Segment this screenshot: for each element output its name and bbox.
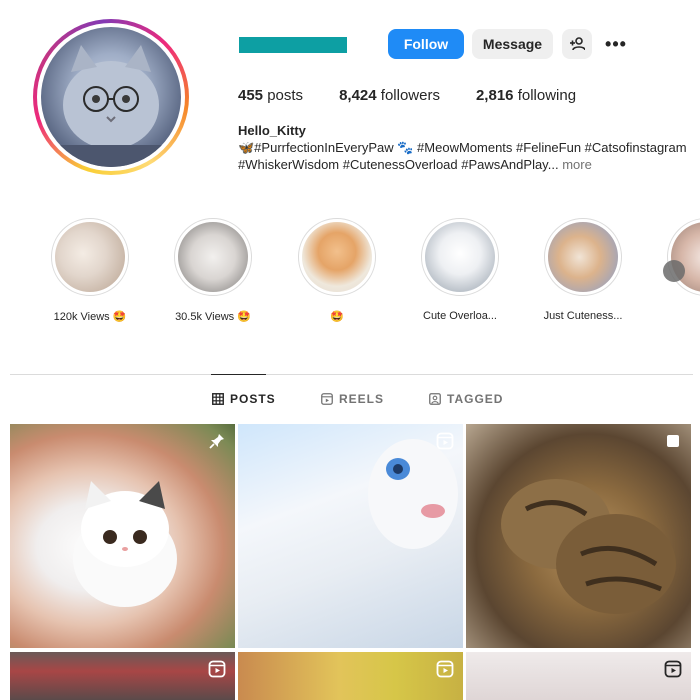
avatar[interactable] xyxy=(41,27,181,167)
post-thumbnail[interactable] xyxy=(10,652,235,700)
highlight-cover xyxy=(178,222,248,292)
message-button[interactable]: Message xyxy=(472,29,553,59)
following-label: following xyxy=(517,87,577,104)
followers-count: 8,424 xyxy=(339,87,377,104)
posts-label: posts xyxy=(267,87,304,104)
post-thumbnail[interactable] xyxy=(238,424,463,648)
post-thumbnail[interactable] xyxy=(466,424,691,648)
username-redacted xyxy=(239,37,347,53)
profile-stats: 455 posts 8,424 followers 2,816 followin… xyxy=(238,87,612,104)
highlights-scroll-right-button[interactable] xyxy=(663,260,685,282)
highlight-cover xyxy=(425,222,495,292)
highlight-ring xyxy=(667,218,700,296)
highlight-cover xyxy=(302,222,372,292)
reel-icon xyxy=(436,432,454,450)
bio-line-2: #WhiskerWisdom #CutenessOverload #PawsAn… xyxy=(238,157,559,172)
following-stat[interactable]: 2,816 following xyxy=(476,87,576,104)
bio-more-link[interactable]: more xyxy=(562,157,592,172)
highlight-cover xyxy=(548,222,618,292)
active-tab-indicator xyxy=(211,374,266,375)
multi-post-icon xyxy=(667,435,679,447)
avatar-frame xyxy=(37,23,185,171)
highlight-item[interactable]: 🤩 xyxy=(282,218,392,323)
highlight-item[interactable]: Cute Overloa... xyxy=(405,218,515,322)
avatar-cat-image xyxy=(41,45,181,167)
more-options-button[interactable]: ••• xyxy=(601,29,631,59)
post-thumbnail[interactable] xyxy=(10,424,235,648)
suggest-accounts-button[interactable] xyxy=(562,29,592,59)
highlight-item[interactable]: 30.5k Views 🤩 xyxy=(158,218,268,323)
reel-icon xyxy=(436,660,454,678)
highlight-label: Just Cuteness... xyxy=(543,310,623,322)
followers-stat[interactable]: 8,424 followers xyxy=(339,87,440,104)
highlight-label: 🤩 xyxy=(330,311,344,323)
profile-avatar-ring[interactable] xyxy=(33,19,189,175)
tab-tagged[interactable]: TAGGED xyxy=(429,392,503,406)
tab-tagged-label: TAGGED xyxy=(447,392,504,406)
bio-line-2-wrap: #WhiskerWisdom #CutenessOverload #PawsAn… xyxy=(238,156,693,173)
highlight-item[interactable]: 120k Views 🤩 xyxy=(35,218,145,323)
highlight-cover xyxy=(55,222,125,292)
story-highlights: 120k Views 🤩 30.5k Views 🤩 🤩 Cute Overlo… xyxy=(0,218,700,328)
tabby-kittens-image xyxy=(501,479,676,614)
tab-posts[interactable]: POSTS xyxy=(212,392,276,406)
posts-stat: 455 posts xyxy=(238,87,303,104)
highlight-label: 120k Views 🤩 xyxy=(53,311,127,323)
post-thumbnail[interactable] xyxy=(466,652,691,700)
posts-count: 455 xyxy=(238,87,264,104)
add-person-icon xyxy=(570,37,585,51)
reel-icon xyxy=(208,660,226,678)
highlight-ring xyxy=(51,218,129,296)
tab-posts-label: POSTS xyxy=(230,392,276,406)
grid-icon xyxy=(212,393,224,405)
bio-name: Hello_Kitty xyxy=(238,123,306,138)
highlight-ring xyxy=(174,218,252,296)
kitten-illustration xyxy=(73,481,177,607)
tabs-divider xyxy=(10,374,693,375)
highlight-item[interactable]: Just Cuteness... xyxy=(528,218,638,322)
tab-reels[interactable]: REELS xyxy=(321,392,384,406)
reels-icon xyxy=(321,393,333,405)
profile-bio: Hello_Kitty 🦋#PurrfectionInEveryPaw 🐾 #M… xyxy=(238,122,693,173)
highlight-ring xyxy=(544,218,622,296)
reel-icon xyxy=(664,660,682,678)
tagged-icon xyxy=(429,393,441,405)
profile-tabs: POSTS REELS TAGGED xyxy=(0,392,700,408)
followers-label: followers xyxy=(380,87,440,104)
highlight-ring xyxy=(298,218,376,296)
highlight-ring xyxy=(421,218,499,296)
bio-line-1: 🦋#PurrfectionInEveryPaw 🐾 #MeowMoments #… xyxy=(238,140,687,155)
highlight-label: Cute Overloa... xyxy=(423,310,497,322)
tab-reels-label: REELS xyxy=(339,392,385,406)
pin-icon xyxy=(209,434,224,449)
white-cat-face-image xyxy=(368,439,458,549)
highlight-label: 30.5k Views 🤩 xyxy=(175,311,251,323)
post-thumbnail[interactable] xyxy=(238,652,463,700)
follow-button[interactable]: Follow xyxy=(388,29,464,59)
following-count: 2,816 xyxy=(475,87,514,104)
